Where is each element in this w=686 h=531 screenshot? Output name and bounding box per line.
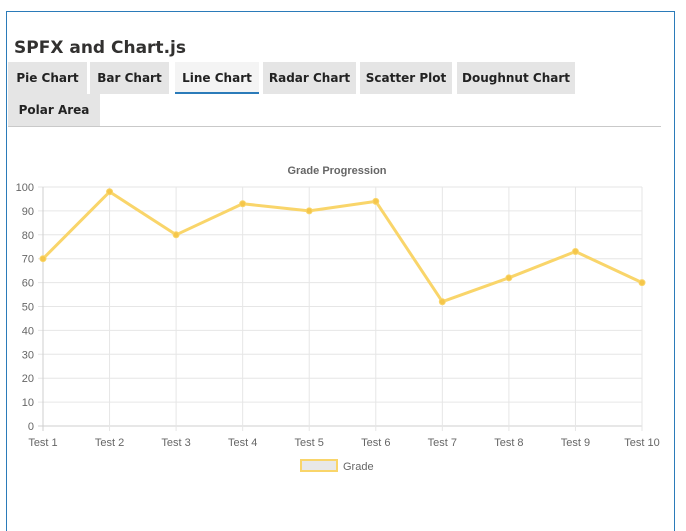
x-tick-label: Test 4 <box>228 437 257 449</box>
x-tick-label: Test 9 <box>561 437 590 449</box>
data-point[interactable] <box>239 200 247 208</box>
data-point[interactable] <box>172 231 180 239</box>
y-tick-label: 100 <box>16 182 34 194</box>
chart-series <box>39 188 646 306</box>
data-point[interactable] <box>571 248 579 256</box>
y-tick-label: 60 <box>22 278 34 290</box>
data-point[interactable] <box>438 298 446 306</box>
y-tick-label: 40 <box>22 325 34 337</box>
x-tick-label: Test 8 <box>494 437 523 449</box>
x-tick-label: Test 3 <box>161 437 190 449</box>
y-tick-label: 10 <box>22 397 34 409</box>
y-tick-label: 70 <box>22 254 34 266</box>
x-tick-label: Test 2 <box>95 437 124 449</box>
y-tick-label: 80 <box>22 230 34 242</box>
x-axis-ticks: Test 1 Test 2 Test 3 Test 4 Test 5 Test 6 Test… <box>28 437 659 449</box>
chart-legend[interactable]: Grade <box>300 459 374 473</box>
y-tick-label: 20 <box>22 373 34 385</box>
data-point[interactable] <box>106 188 114 196</box>
y-tick-label: 50 <box>22 302 34 314</box>
line-chart: Grade Progression 0 10 20 30 40 50 60 70 80 90 100… <box>16 165 660 473</box>
data-point[interactable] <box>39 255 47 263</box>
chart-title: Grade Progression <box>287 165 386 177</box>
data-point[interactable] <box>305 207 313 215</box>
data-point[interactable] <box>505 274 513 282</box>
x-tick-label: Test 1 <box>28 437 57 449</box>
data-point[interactable] <box>638 279 646 287</box>
x-tick-label: Test 6 <box>361 437 390 449</box>
legend-swatch <box>300 459 338 472</box>
legend-label: Grade <box>343 461 374 473</box>
x-tick-label: Test 10 <box>624 437 659 449</box>
x-tick-label: Test 5 <box>295 437 324 449</box>
chart-grid <box>38 186 643 431</box>
y-axis-ticks: 0 10 20 30 40 50 60 70 80 90 100 <box>16 182 34 433</box>
data-point[interactable] <box>372 197 380 205</box>
y-tick-label: 90 <box>22 206 34 218</box>
y-tick-label: 30 <box>22 349 34 361</box>
series-line-grade <box>41 190 643 304</box>
x-tick-label: Test 7 <box>428 437 457 449</box>
y-tick-label: 0 <box>28 421 34 433</box>
